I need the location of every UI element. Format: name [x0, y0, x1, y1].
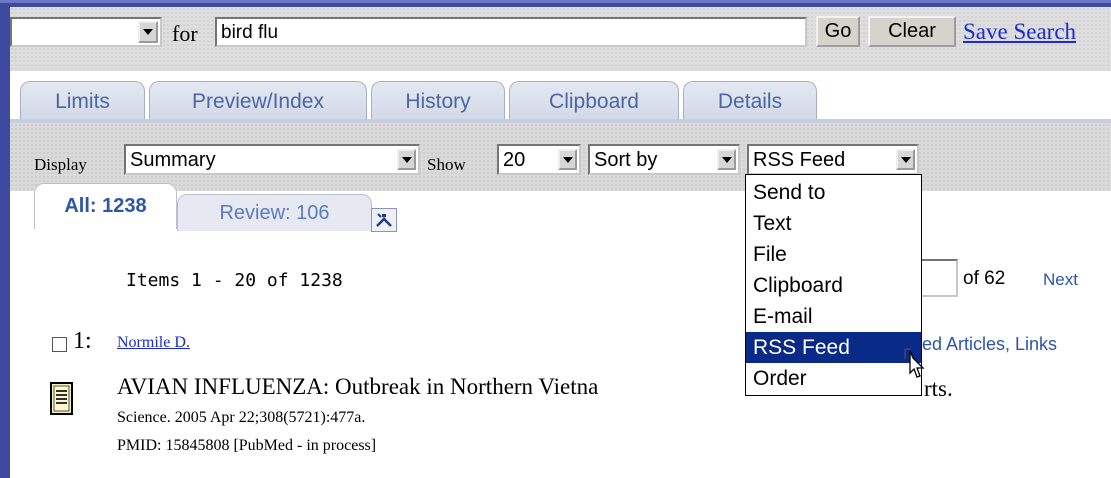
chevron-down-icon[interactable]	[896, 149, 915, 170]
display-label: Display	[34, 155, 87, 174]
menu-item-send-to[interactable]: Send to	[746, 177, 921, 208]
tab-limits[interactable]: Limits	[20, 81, 145, 121]
article-pmid: PMID: 15845808 [PubMed - in process]	[117, 437, 377, 454]
display-bar: Display Summary Show 20 Sort by RSS Feed	[10, 123, 1111, 191]
related-links[interactable]: ed Articles, Links	[922, 334, 1057, 355]
page-total: of 62	[963, 268, 1006, 289]
chevron-down-icon[interactable]	[397, 149, 416, 170]
document-icon[interactable]	[50, 382, 74, 421]
send-to-dropdown-menu: Send to Text File Clipboard E-mail RSS F…	[745, 174, 922, 396]
go-button[interactable]: Go	[816, 16, 860, 47]
result-number: 1:	[73, 328, 92, 354]
page-number-input[interactable]	[920, 259, 958, 297]
tab-clipboard[interactable]: Clipboard	[509, 81, 679, 121]
result-checkbox[interactable]	[52, 337, 67, 352]
menu-item-clipboard[interactable]: Clipboard	[746, 270, 921, 301]
tab-preview-index[interactable]: Preview/Index	[149, 81, 367, 121]
menu-item-email[interactable]: E-mail	[746, 301, 921, 332]
search-input[interactable]: bird flu	[215, 17, 807, 47]
tab-history[interactable]: History	[371, 81, 505, 121]
pubmed-panel: for bird flu Go Clear Save Search Limits…	[10, 7, 1111, 478]
search-bar: for bird flu Go Clear Save Search	[10, 7, 1111, 71]
menu-item-order[interactable]: Order	[746, 363, 921, 394]
menu-item-file[interactable]: File	[746, 239, 921, 270]
chevron-down-icon[interactable]	[558, 149, 577, 170]
article-citation: Science. 2005 Apr 22;308(5721):477a.	[117, 409, 366, 426]
mouse-cursor-icon	[903, 347, 927, 392]
frame-top	[0, 0, 1111, 3]
tab-details[interactable]: Details	[683, 81, 817, 121]
show-count-select[interactable]: 20	[497, 144, 581, 175]
subtab-all[interactable]: All: 1238	[34, 183, 177, 229]
show-label: Show	[427, 155, 466, 174]
tools-icon[interactable]	[371, 208, 397, 232]
clear-button[interactable]: Clear	[868, 16, 956, 47]
show-count-value: 20	[503, 149, 526, 171]
sort-by-value: Sort by	[594, 149, 658, 171]
items-count: Items 1 - 20 of 1238	[126, 270, 343, 291]
next-page-link[interactable]: Next	[1043, 270, 1078, 290]
menu-item-text[interactable]: Text	[746, 208, 921, 239]
send-to-value: RSS Feed	[753, 149, 846, 171]
for-label: for	[172, 21, 198, 46]
menu-item-rss-feed[interactable]: RSS Feed	[746, 332, 921, 363]
save-search-link[interactable]: Save Search	[963, 19, 1076, 45]
results-area: Items 1 - 20 of 1238 of 62 Next 1: Normi…	[10, 239, 1111, 478]
database-select[interactable]	[10, 17, 162, 47]
send-to-select[interactable]: RSS Feed	[747, 144, 919, 175]
chevron-down-icon[interactable]	[717, 149, 736, 170]
article-title-tail: rts.	[924, 376, 953, 401]
display-format-select[interactable]: Summary	[124, 144, 420, 175]
chevron-down-icon[interactable]	[138, 21, 158, 43]
subtab-review[interactable]: Review: 106	[177, 194, 372, 231]
display-format-value: Summary	[130, 149, 216, 171]
author-link[interactable]: Normile D.	[117, 334, 190, 352]
tab-row: Limits Preview/Index History Clipboard D…	[10, 71, 1111, 123]
article-title: AVIAN INFLUENZA: Outbreak in Northern Vi…	[117, 374, 599, 399]
sort-by-select[interactable]: Sort by	[588, 144, 740, 175]
